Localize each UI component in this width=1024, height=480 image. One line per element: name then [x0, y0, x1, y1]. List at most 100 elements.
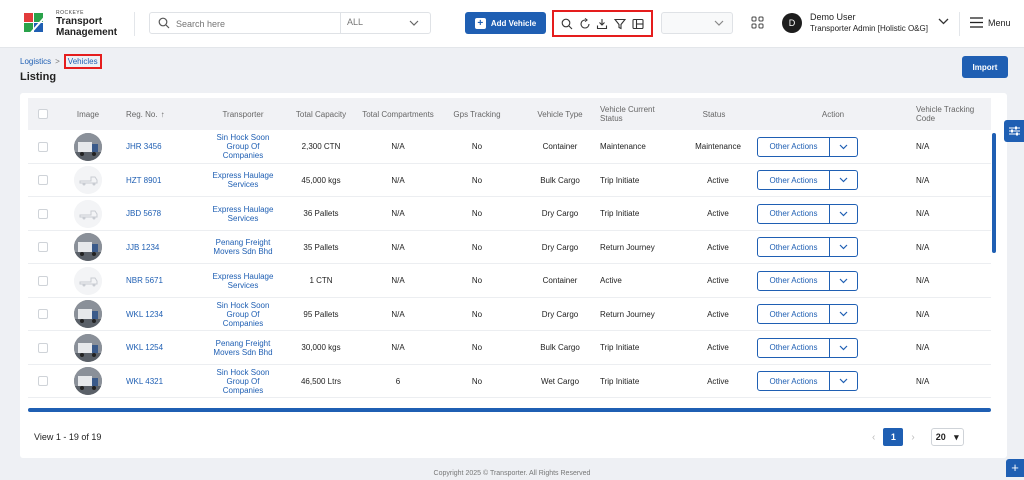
reg-no-link[interactable]: HZT 8901	[126, 164, 186, 198]
horizontal-scrollbar[interactable]	[28, 408, 991, 412]
vehicle-tracking-code: N/A	[916, 142, 930, 152]
menu-button[interactable]: Menu	[970, 17, 1011, 28]
header-tracking-line-2: Code	[916, 114, 936, 123]
table-body: JHR 3456 Sin Hock Soon Group Of Companies 2,…	[28, 130, 991, 408]
page-title: Listing	[20, 71, 57, 83]
chevron-down-icon[interactable]	[409, 19, 419, 27]
breadcrumb-logistics[interactable]: Logistics	[20, 57, 51, 66]
other-actions-dropdown[interactable]	[830, 237, 858, 258]
vehicle-image[interactable]	[74, 266, 102, 295]
transporter-link[interactable]: Express Haulage Services	[208, 264, 278, 298]
transporter-link[interactable]: Sin Hock Soon Group Of Companies	[208, 298, 278, 332]
search-input[interactable]	[176, 16, 336, 31]
other-actions-dropdown[interactable]	[830, 337, 858, 358]
other-actions-button[interactable]: Other Actions	[757, 270, 830, 291]
app-header: ROCKEYE Transport Management ALL + Add V…	[0, 0, 1024, 48]
select-all-checkbox[interactable]	[38, 109, 48, 119]
other-actions-button[interactable]: Other Actions	[757, 237, 830, 258]
transporter-link[interactable]: Penang Freight Movers Sdn Bhd	[208, 231, 278, 265]
header-total-capacity: Total Capacity	[295, 109, 347, 119]
next-page-button[interactable]: ›	[911, 432, 914, 443]
reg-no-link[interactable]: JHR 3456	[126, 130, 186, 164]
vehicle-image[interactable]	[74, 333, 102, 362]
row-checkbox[interactable]	[38, 275, 48, 286]
vehicle-image[interactable]	[74, 300, 102, 329]
reg-no-link[interactable]: JJB 1234	[126, 231, 186, 265]
apps-grid-icon[interactable]	[751, 16, 764, 29]
other-actions-button[interactable]: Other Actions	[757, 337, 830, 358]
gps-tracking: No	[471, 309, 483, 319]
transporter-link[interactable]: Sin Hock Soon Group Of Companies	[208, 130, 278, 164]
vehicle-image[interactable]	[74, 166, 102, 195]
row-checkbox[interactable]	[38, 376, 48, 387]
page-size-select[interactable]: 20 ▾	[930, 428, 964, 446]
vehicle-image[interactable]	[74, 233, 102, 262]
filter-icon[interactable]	[614, 18, 627, 30]
download-icon[interactable]	[596, 18, 608, 30]
breadcrumb-vehicles[interactable]: Vehicles	[63, 54, 102, 69]
transporter-line-2: Movers Sdn Bhd	[213, 247, 273, 257]
gps-tracking: No	[471, 343, 483, 353]
row-checkbox[interactable]	[38, 342, 48, 353]
avatar[interactable]: D	[782, 13, 802, 33]
other-actions-button[interactable]: Other Actions	[757, 304, 830, 325]
other-actions-button[interactable]: Other Actions	[757, 203, 830, 224]
reg-no-link[interactable]: WKL 1234	[126, 298, 186, 332]
page-1-button[interactable]: 1	[883, 428, 904, 446]
other-actions-button[interactable]: Other Actions	[757, 170, 830, 191]
row-checkbox[interactable]	[38, 175, 48, 186]
other-actions-dropdown[interactable]	[830, 270, 858, 291]
reg-no-link[interactable]: WKL 4321	[126, 365, 186, 399]
row-checkbox[interactable]	[38, 208, 48, 219]
vehicle-type: Dry Cargo	[541, 242, 579, 252]
transporter-link[interactable]: Sin Hock Soon Group Of Companies	[208, 365, 278, 399]
header-reg-no[interactable]: Reg. No. ↑	[126, 98, 186, 130]
vertical-scrollbar[interactable]	[992, 133, 996, 253]
transporter-link[interactable]: Express Haulage Services	[208, 197, 278, 231]
table-row: HZT 8901 Express Haulage Services 45,000 kg…	[28, 164, 991, 198]
reg-no-link[interactable]: WKL 1254	[126, 331, 186, 365]
table-row: JBD 5678 Express Haulage Services 36 Pallet…	[28, 197, 991, 231]
chevron-down-icon[interactable]	[938, 17, 949, 26]
company-select[interactable]	[661, 12, 733, 34]
header-image: Image	[76, 109, 100, 119]
table-header: Image Reg. No. ↑ Transporter Total Capaci…	[28, 98, 991, 130]
transporter-line-2: Movers Sdn Bhd	[213, 347, 273, 357]
header-gps-tracking: Gps Tracking	[453, 109, 501, 119]
other-actions-dropdown[interactable]	[830, 203, 858, 224]
other-actions-dropdown[interactable]	[830, 371, 858, 392]
search-icon[interactable]	[561, 18, 573, 30]
chevron-down-icon	[839, 211, 848, 217]
transporter-link[interactable]: Express Haulage Services	[208, 164, 278, 198]
row-checkbox[interactable]	[38, 309, 48, 320]
columns-icon[interactable]	[632, 18, 644, 30]
total-capacity: 36 Pallets	[303, 209, 339, 219]
row-checkbox-cell	[33, 130, 53, 164]
search-scope-select[interactable]: ALL	[347, 17, 363, 27]
row-checkbox[interactable]	[38, 141, 48, 152]
vehicle-tracking-code: N/A	[916, 175, 930, 185]
gps-tracking: No	[471, 276, 483, 286]
refresh-icon[interactable]	[579, 17, 591, 30]
add-vehicle-button[interactable]: + Add Vehicle	[465, 12, 546, 34]
side-settings-tab[interactable]	[1004, 120, 1024, 142]
other-actions-dropdown[interactable]	[830, 136, 858, 157]
gps-tracking: No	[471, 175, 483, 185]
transporter-link[interactable]: Penang Freight Movers Sdn Bhd	[208, 331, 278, 365]
import-button[interactable]: Import	[962, 56, 1008, 78]
other-actions-button[interactable]: Other Actions	[757, 371, 830, 392]
other-actions-dropdown[interactable]	[830, 170, 858, 191]
chevron-down-icon	[839, 378, 848, 384]
vehicle-current-status: Maintenance	[600, 142, 646, 152]
vehicle-image[interactable]	[74, 199, 102, 228]
row-checkbox[interactable]	[38, 242, 48, 253]
reg-no-link[interactable]: NBR 5671	[126, 264, 186, 298]
vehicle-image[interactable]	[74, 132, 102, 161]
vehicle-image[interactable]	[74, 367, 102, 396]
user-info[interactable]: Demo User Transporter Admin [Holistic O&…	[810, 12, 928, 33]
other-actions-dropdown[interactable]	[830, 304, 858, 325]
reg-no-link[interactable]: JBD 5678	[126, 197, 186, 231]
prev-page-button[interactable]: ‹	[872, 432, 875, 443]
other-actions-button[interactable]: Other Actions	[757, 136, 830, 157]
side-add-button[interactable]: +	[1006, 459, 1024, 477]
